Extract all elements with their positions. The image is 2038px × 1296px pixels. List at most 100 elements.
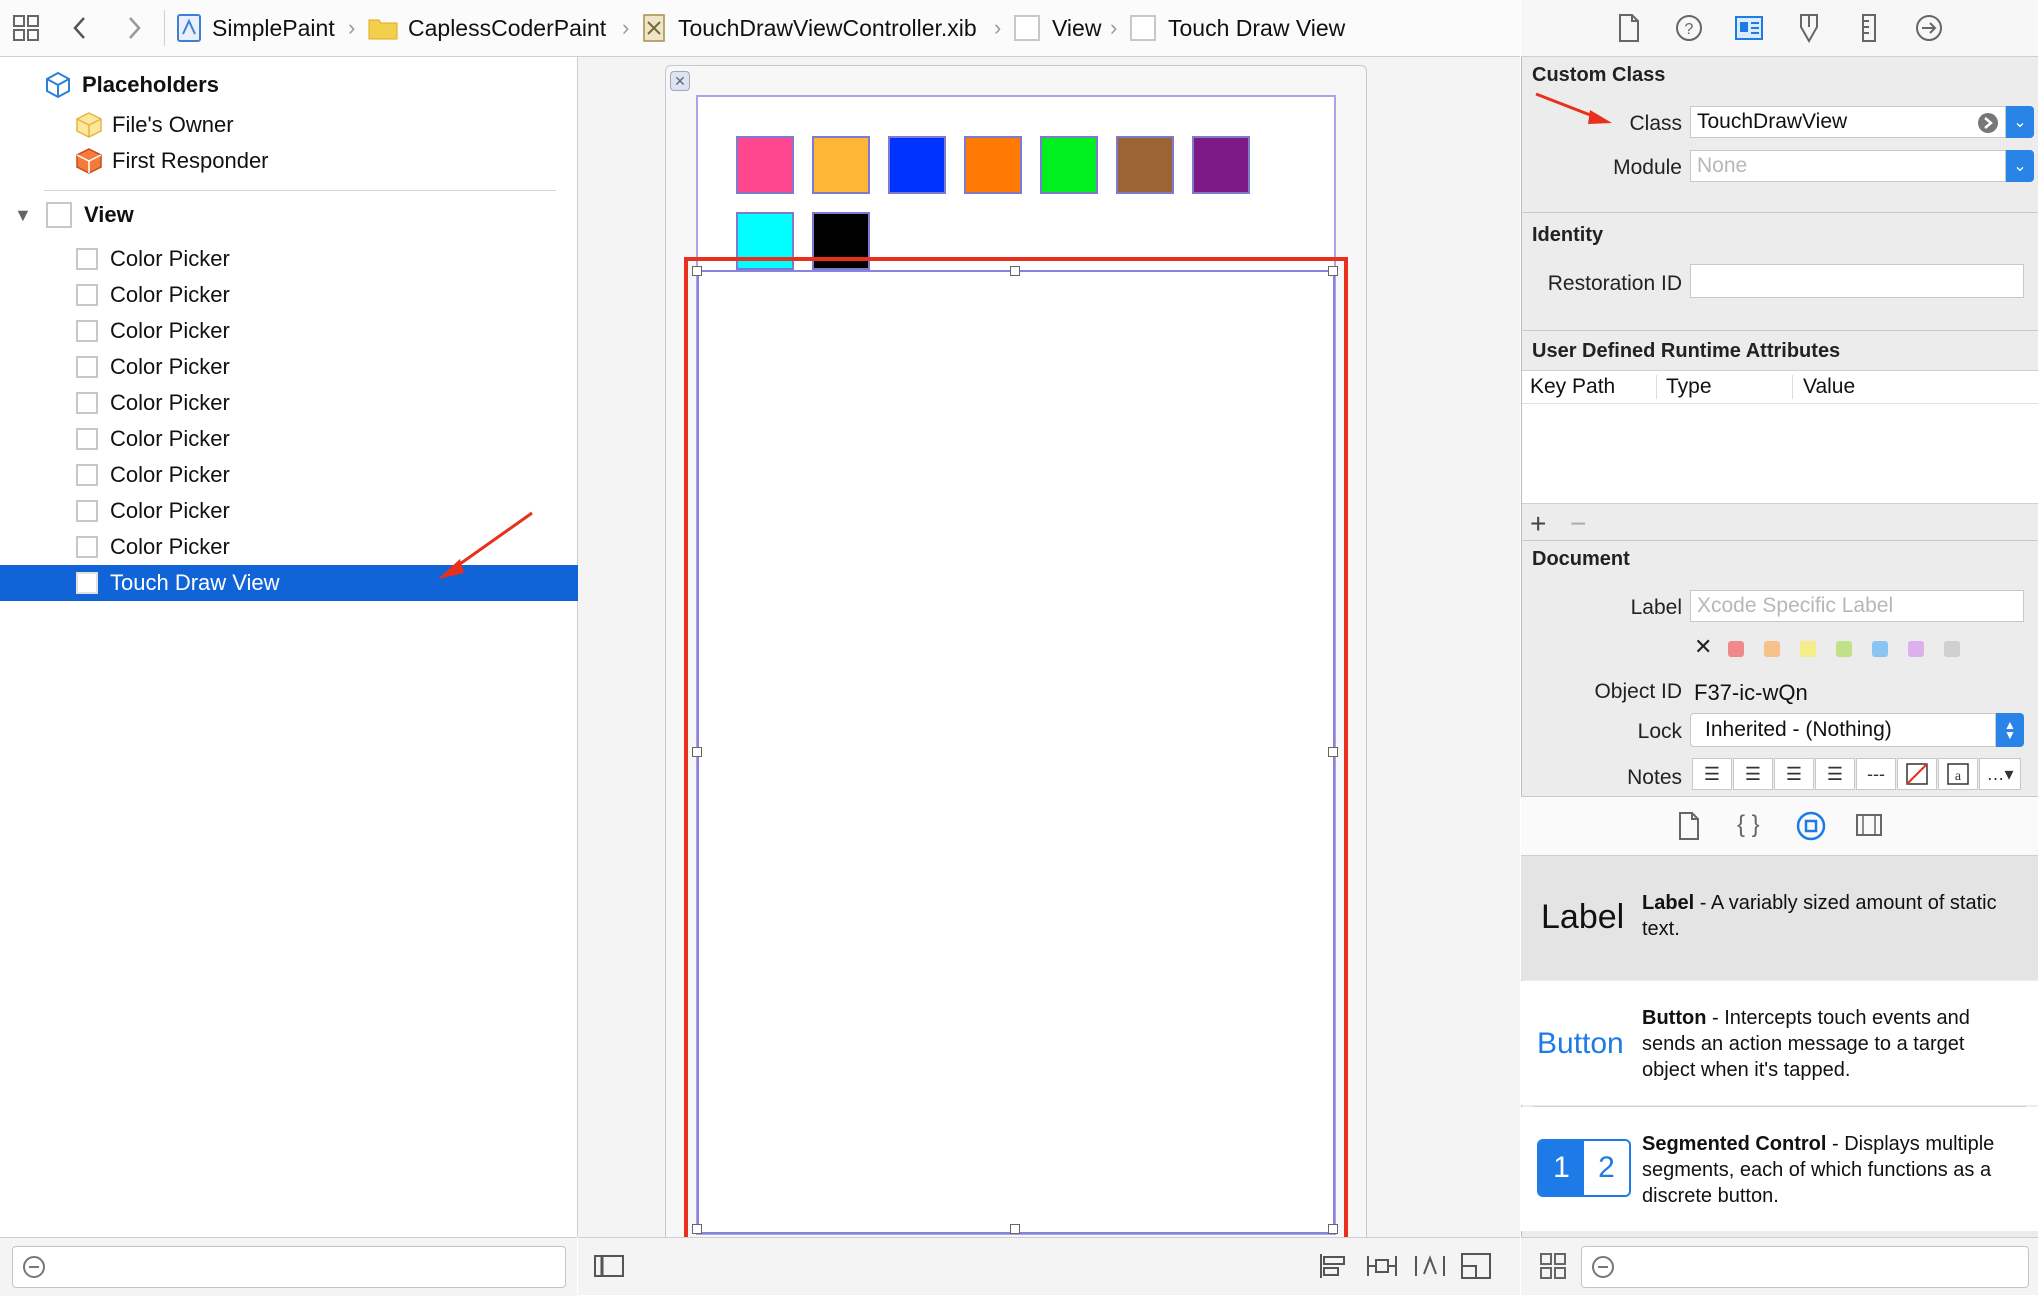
color-picker-swatch[interactable]	[736, 136, 794, 194]
outline-item-color-picker[interactable]: Color Picker	[0, 457, 653, 493]
label-color-dot[interactable]	[1800, 641, 1816, 657]
align-icon[interactable]	[1318, 1252, 1350, 1285]
align-justify-icon[interactable]: ☰	[1815, 758, 1855, 790]
breadcrumb-project[interactable]: SimplePaint	[176, 0, 335, 56]
label-color-dot[interactable]	[1908, 641, 1924, 657]
lock-stepper-button[interactable]: ▲ ▼	[1996, 713, 2024, 747]
column-header-type[interactable]: Type	[1666, 375, 1712, 399]
inspector-tab-bar: ?	[1521, 0, 2038, 57]
text-font-icon[interactable]: a	[1938, 758, 1978, 790]
class-value: TouchDrawView	[1697, 110, 1848, 133]
class-field[interactable]: TouchDrawView	[1690, 106, 2006, 138]
align-center-icon[interactable]: ☰	[1733, 758, 1773, 790]
view-icon	[76, 464, 98, 486]
module-field[interactable]: None	[1690, 150, 2006, 182]
library-item-segmented-control[interactable]: 1 2 Segmented Control - Displays multipl…	[1521, 1107, 2038, 1231]
color-picker-swatch[interactable]	[1116, 136, 1174, 194]
column-header-value[interactable]: Value	[1803, 375, 1855, 399]
color-picker-swatch[interactable]	[964, 136, 1022, 194]
chevron-up-down-icon: ▲ ▼	[2004, 718, 2016, 742]
outline-filter-input[interactable]	[12, 1246, 566, 1288]
breadcrumb-xib-file[interactable]: TouchDrawViewController.xib	[642, 0, 977, 56]
outline-item-files-owner[interactable]: File's Owner	[0, 107, 651, 143]
connections-inspector-icon[interactable]	[1913, 12, 1945, 44]
outline-item-color-picker[interactable]: Color Picker	[0, 493, 653, 529]
attributes-inspector-icon[interactable]	[1793, 12, 1825, 44]
align-left-icon[interactable]: ☰	[1692, 758, 1732, 790]
forward-arrow-icon[interactable]	[124, 0, 144, 56]
resize-handle[interactable]	[692, 747, 702, 757]
resize-handle[interactable]	[1010, 266, 1020, 276]
outline-item-color-picker[interactable]: Color Picker	[0, 349, 653, 385]
align-right-icon[interactable]: ☰	[1774, 758, 1814, 790]
library-item-button[interactable]: Button Button - Intercepts touch events …	[1521, 981, 2038, 1105]
toggle-outline-icon[interactable]	[594, 1254, 624, 1283]
outline-item-color-picker[interactable]: Color Picker	[0, 313, 653, 349]
class-dropdown-button[interactable]: ⌄	[2006, 106, 2034, 138]
library-item-label[interactable]: Label Label - A variably sized amount of…	[1521, 856, 2038, 980]
view-icon	[46, 202, 72, 228]
back-arrow-icon[interactable]	[70, 0, 90, 56]
outline-item-color-picker[interactable]: Color Picker	[0, 277, 653, 313]
view-icon	[76, 248, 98, 270]
clear-label-color-icon[interactable]: ✕	[1694, 634, 1712, 660]
doc-label-field[interactable]: Xcode Specific Label	[1690, 590, 2024, 622]
add-attribute-icon[interactable]: +	[1530, 508, 1546, 540]
file-inspector-icon[interactable]	[1613, 12, 1645, 44]
label-color-dot[interactable]	[1764, 641, 1780, 657]
outline-item-color-picker[interactable]: Color Picker	[0, 241, 653, 277]
size-inspector-icon[interactable]	[1853, 12, 1885, 44]
go-to-class-icon[interactable]	[1977, 112, 1999, 140]
resize-handle[interactable]	[1328, 1224, 1338, 1234]
label-color-dot[interactable]	[1836, 641, 1852, 657]
pin-icon[interactable]	[1366, 1252, 1398, 1285]
close-icon[interactable]: ✕	[670, 71, 690, 91]
breadcrumb-touch-draw-view[interactable]: Touch Draw View	[1130, 0, 1345, 56]
outline-item-view[interactable]: ▼ View	[0, 197, 591, 233]
column-header-key-path[interactable]: Key Path	[1530, 375, 1615, 399]
resize-handle[interactable]	[692, 266, 702, 276]
restoration-id-field[interactable]	[1690, 264, 2024, 298]
identity-inspector-icon[interactable]	[1733, 12, 1765, 44]
resize-handle[interactable]	[1010, 1224, 1020, 1234]
related-items-icon[interactable]	[12, 0, 40, 56]
label-color-dot[interactable]	[1944, 641, 1960, 657]
library-filter-input[interactable]	[1581, 1246, 2029, 1288]
no-color-icon[interactable]	[1897, 758, 1937, 790]
disclosure-triangle-icon[interactable]: ▼	[14, 205, 36, 226]
resize-handle[interactable]	[1328, 266, 1338, 276]
outline-item-color-picker[interactable]: Color Picker	[0, 385, 653, 421]
label-color-dot[interactable]	[1728, 641, 1744, 657]
color-picker-swatch[interactable]	[1192, 136, 1250, 194]
runtime-attributes-table[interactable]: Key Path Type Value	[1522, 370, 2038, 504]
placeholders-label: Placeholders	[82, 72, 219, 97]
quick-help-icon[interactable]: ?	[1673, 12, 1705, 44]
color-picker-swatch[interactable]	[1040, 136, 1098, 194]
label-color-dot[interactable]	[1872, 641, 1888, 657]
color-picker-swatch[interactable]	[812, 136, 870, 194]
breadcrumb-folder[interactable]: CaplessCoderPaint	[368, 0, 606, 56]
remove-attribute-icon[interactable]: −	[1570, 508, 1586, 540]
outline-item-color-picker[interactable]: Color Picker	[0, 529, 653, 565]
object-library-icon[interactable]	[1795, 810, 1827, 847]
color-picker-swatch[interactable]	[888, 136, 946, 194]
resolve-issues-icon[interactable]	[1414, 1252, 1446, 1285]
file-template-icon[interactable]	[1677, 812, 1701, 845]
dashed-line-icon[interactable]: ---	[1856, 758, 1896, 790]
grid-view-icon[interactable]	[1539, 1252, 1567, 1285]
outline-item-color-picker[interactable]: Color Picker	[0, 421, 653, 457]
resizing-icon[interactable]	[1460, 1252, 1492, 1285]
resize-handle[interactable]	[1328, 747, 1338, 757]
outline-item-first-responder[interactable]: First Responder	[0, 143, 651, 179]
outline-item-touch-draw-view[interactable]: Touch Draw View	[0, 565, 653, 601]
code-snippet-icon[interactable]: { }	[1737, 811, 1760, 839]
lock-select[interactable]: Inherited - (Nothing)	[1690, 713, 1996, 747]
notes-label: Notes	[1627, 766, 1682, 789]
more-options-icon[interactable]: …▾	[1979, 758, 2021, 790]
module-dropdown-button[interactable]: ⌄	[2006, 150, 2034, 182]
breadcrumb-view[interactable]: View	[1014, 0, 1101, 56]
outline-item-label: Color Picker	[110, 534, 230, 559]
resize-handle[interactable]	[692, 1224, 702, 1234]
media-library-icon[interactable]	[1855, 813, 1883, 842]
outline-item-label: Color Picker	[110, 282, 230, 307]
